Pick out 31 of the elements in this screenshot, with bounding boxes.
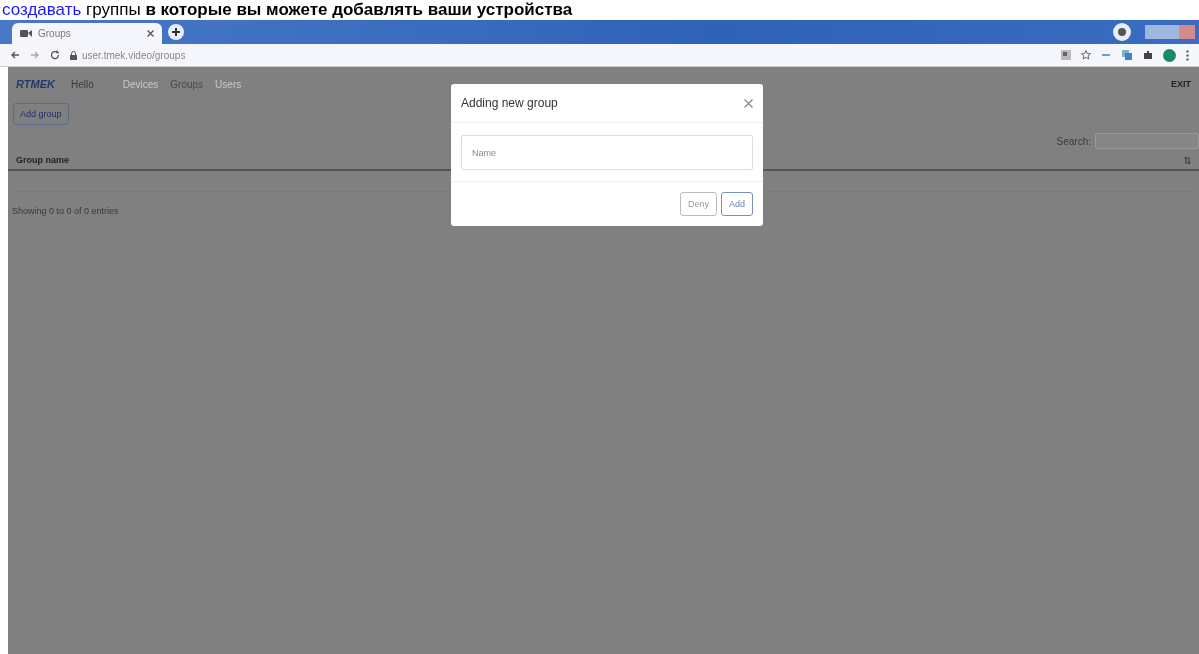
- reload-icon[interactable]: [50, 50, 60, 60]
- camera-icon: [20, 29, 32, 38]
- new-tab-icon[interactable]: [168, 24, 184, 40]
- sort-icon[interactable]: [1184, 155, 1191, 165]
- menu-icon[interactable]: [1186, 49, 1189, 61]
- back-arrow-icon[interactable]: [10, 50, 20, 60]
- nav-link[interactable]: Devices: [119, 76, 162, 92]
- search-label: Search:: [1056, 135, 1091, 147]
- dialog-title: Adding new group: [461, 96, 558, 110]
- star-icon[interactable]: [1081, 50, 1091, 60]
- tab-title: Groups: [38, 28, 72, 39]
- caption-text: создавать группы в которые вы можете добавлять ваши устройства: [2, 0, 573, 19]
- profile-icon[interactable]: [1113, 23, 1131, 41]
- dialog-button[interactable]: Deny: [679, 192, 717, 216]
- greeting-text: Hello: [70, 78, 94, 90]
- lock-icon[interactable]: [70, 50, 77, 60]
- browser-tab[interactable]: Groups: [12, 23, 162, 44]
- name-field[interactable]: Name: [461, 135, 753, 170]
- close-icon[interactable]: [744, 98, 753, 108]
- extension-icon[interactable]: [1121, 49, 1133, 61]
- dialog-button[interactable]: Add: [721, 192, 753, 216]
- logo[interactable]: RTMEK: [16, 78, 55, 90]
- address-bar-url[interactable]: user.tmek.video/groups: [82, 49, 186, 61]
- nav-link[interactable]: Users: [212, 76, 245, 92]
- add-group-button[interactable]: Add group: [13, 103, 69, 125]
- avatar-icon[interactable]: [1163, 48, 1176, 62]
- puzzle-icon[interactable]: [1143, 50, 1153, 60]
- search-field[interactable]: [1095, 133, 1199, 149]
- exit-link[interactable]: EXIT: [1171, 79, 1191, 89]
- column-header[interactable]: Group name: [16, 155, 69, 165]
- close-tab-icon[interactable]: [147, 30, 154, 37]
